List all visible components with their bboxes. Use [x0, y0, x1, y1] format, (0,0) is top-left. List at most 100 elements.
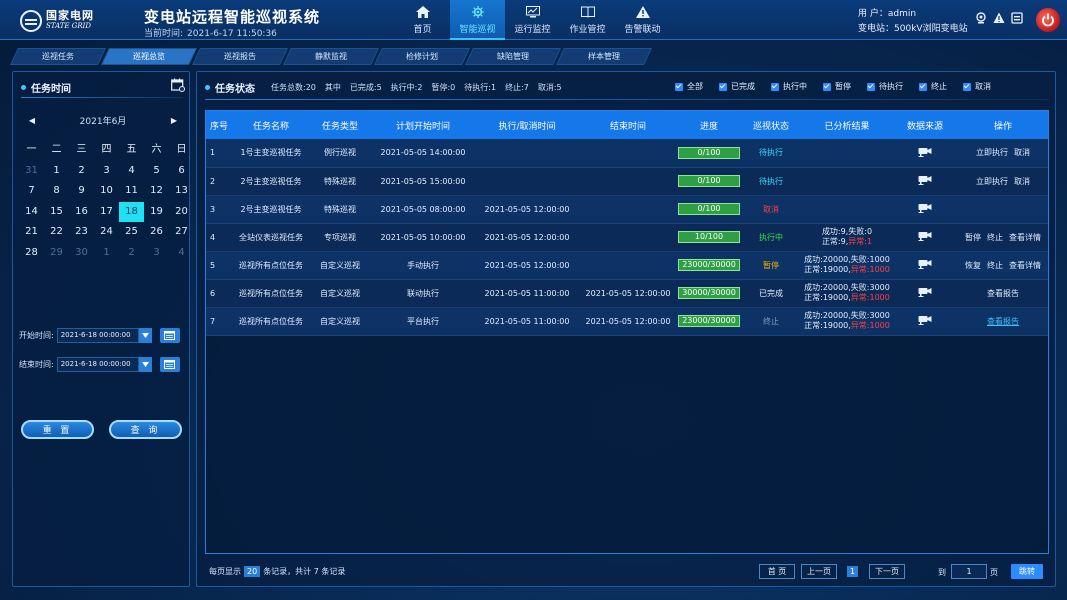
- nav-home[interactable]: 首页: [395, 0, 450, 40]
- filter-waiting[interactable]: 待执行: [867, 81, 903, 92]
- calendar-day[interactable]: 29: [44, 243, 69, 264]
- row-action-0[interactable]: 暂停: [965, 233, 981, 242]
- calendar-day[interactable]: 17: [94, 202, 119, 223]
- page-size-select[interactable]: 20: [244, 566, 261, 577]
- calendar-day[interactable]: 23: [69, 222, 94, 243]
- calendar-day[interactable]: 22: [44, 222, 69, 243]
- calendar-day[interactable]: 20: [169, 202, 194, 223]
- reset-button[interactable]: 重 置: [21, 420, 94, 439]
- calendar-day-selected[interactable]: 18: [119, 201, 144, 222]
- tab-sample-manage[interactable]: 样本管理: [556, 48, 652, 65]
- table-row[interactable]: 2 2号主变巡视任务 特殊巡视 2021-05-05 15:00:00 0/100 待执行…: [206, 167, 1048, 195]
- row-action-0[interactable]: 立即执行: [976, 177, 1008, 186]
- calendar-day[interactable]: 19: [144, 202, 169, 223]
- calendar-day[interactable]: 30: [69, 243, 94, 264]
- row-action-1[interactable]: 取消: [1014, 148, 1030, 157]
- next-month-icon[interactable]: ▶: [169, 116, 179, 126]
- calendar-day[interactable]: 12: [144, 181, 169, 202]
- tab-silent-monitor[interactable]: 静默监视: [283, 48, 379, 65]
- table-row[interactable]: 7 巡视所有点位任务 自定义巡视 平台执行 2021-05-05 11:00:00 202…: [206, 307, 1048, 335]
- table-row[interactable]: 3 2号主变巡视任务 特殊巡视 2021-05-05 08:00:00 2021-05-…: [206, 195, 1048, 223]
- calendar-day[interactable]: 2: [69, 161, 94, 182]
- calendar-day[interactable]: 28: [19, 243, 44, 264]
- tab-maintenance-plan[interactable]: 检修计划: [374, 48, 470, 65]
- table-row[interactable]: 1 1号主变巡视任务 例行巡视 2021-05-05 14:00:00 0/100 待执行…: [206, 139, 1048, 167]
- prev-page-button[interactable]: 上一页: [801, 564, 837, 579]
- nav-run-monitor[interactable]: 运行监控: [505, 0, 560, 40]
- prev-month-icon[interactable]: ◀: [27, 116, 37, 126]
- current-page[interactable]: 1: [847, 566, 858, 577]
- nav-work-control[interactable]: 作业管控: [560, 0, 615, 40]
- calendar-day[interactable]: 6: [169, 161, 194, 182]
- calendar-day[interactable]: 15: [44, 202, 69, 223]
- filter-running[interactable]: 执行中: [771, 81, 807, 92]
- row-action-0[interactable]: 查看报告: [987, 289, 1019, 298]
- alarm-icon[interactable]: [993, 12, 1005, 24]
- start-time-input[interactable]: 2021-6-18 00:00:00: [56, 328, 139, 343]
- calendar-day[interactable]: 27: [169, 222, 194, 243]
- calendar-day[interactable]: 16: [69, 202, 94, 223]
- goto-button[interactable]: 跳转: [1011, 564, 1043, 579]
- start-time-dropdown[interactable]: [138, 328, 152, 343]
- tab-patrol-report[interactable]: 巡视报告: [192, 48, 288, 65]
- table-row[interactable]: 5 巡视所有点位任务 自定义巡视 手动执行 2021-05-05 12:00:00 230…: [206, 251, 1048, 279]
- tab-patrol-task[interactable]: 巡视任务: [10, 48, 106, 65]
- calendar-day[interactable]: 25: [119, 222, 144, 243]
- calendar-day[interactable]: 3: [144, 243, 169, 264]
- tab-defect-manage[interactable]: 缺陷管理: [465, 48, 561, 65]
- calendar-day[interactable]: 5: [144, 161, 169, 182]
- tab-patrol-overview[interactable]: 巡视总览: [101, 48, 197, 65]
- table-row[interactable]: 6 巡视所有点位任务 自定义巡视 联动执行 2021-05-05 11:00:00 202…: [206, 279, 1048, 307]
- cell-source[interactable]: [892, 139, 958, 167]
- row-action-0[interactable]: 立即执行: [976, 148, 1008, 157]
- camera-status-icon[interactable]: [975, 12, 987, 24]
- logout-button[interactable]: [1036, 8, 1060, 32]
- row-action-0[interactable]: 恢复: [965, 261, 981, 270]
- row-action-1[interactable]: 终止: [987, 233, 1003, 242]
- calendar-day[interactable]: 11: [119, 181, 144, 202]
- calendar-day[interactable]: 21: [19, 222, 44, 243]
- filter-done[interactable]: 已完成: [719, 81, 755, 92]
- row-action-0[interactable]: 查看报告: [987, 317, 1019, 326]
- filter-all[interactable]: 全部: [675, 81, 703, 92]
- cell-source[interactable]: [892, 307, 958, 335]
- query-button[interactable]: 查 询: [109, 420, 182, 439]
- row-action-1[interactable]: 取消: [1014, 177, 1030, 186]
- calendar-day[interactable]: 4: [169, 243, 194, 264]
- calendar-settings-icon[interactable]: [171, 78, 185, 92]
- calendar-day[interactable]: 26: [144, 222, 169, 243]
- start-calendar-button[interactable]: [159, 328, 180, 343]
- filter-stopped[interactable]: 终止: [919, 81, 947, 92]
- cell-source[interactable]: [892, 279, 958, 307]
- calendar-day[interactable]: 3: [94, 161, 119, 182]
- storage-icon[interactable]: [1011, 12, 1023, 24]
- table-row[interactable]: 4 全站仪表巡视任务 专项巡视 2021-05-05 10:00:00 2021-05-…: [206, 223, 1048, 251]
- nav-smart-patrol[interactable]: 智能巡视: [450, 0, 505, 40]
- goto-page-input[interactable]: 1: [951, 564, 987, 579]
- calendar-day[interactable]: 1: [94, 243, 119, 264]
- cell-source[interactable]: [892, 251, 958, 279]
- calendar-day[interactable]: 9: [69, 181, 94, 202]
- row-action-2[interactable]: 查看详情: [1009, 233, 1041, 242]
- row-action-2[interactable]: 查看详情: [1009, 261, 1041, 270]
- cell-source[interactable]: [892, 223, 958, 251]
- cell-source[interactable]: [892, 167, 958, 195]
- calendar-day[interactable]: 24: [94, 222, 119, 243]
- calendar-day[interactable]: 31: [19, 161, 44, 182]
- end-time-dropdown[interactable]: [138, 357, 152, 372]
- calendar-day[interactable]: 2: [119, 243, 144, 264]
- calendar-day[interactable]: 14: [19, 202, 44, 223]
- first-page-button[interactable]: 首 页: [759, 564, 795, 579]
- end-calendar-button[interactable]: [159, 357, 180, 372]
- row-action-1[interactable]: 终止: [987, 261, 1003, 270]
- calendar-day[interactable]: 1: [44, 161, 69, 182]
- nav-alarm-link[interactable]: 告警联动: [615, 0, 670, 40]
- calendar-day[interactable]: 10: [94, 181, 119, 202]
- cell-source[interactable]: [892, 195, 958, 223]
- calendar-day[interactable]: 7: [19, 181, 44, 202]
- calendar-day[interactable]: 13: [169, 181, 194, 202]
- next-page-button[interactable]: 下一页: [869, 564, 905, 579]
- filter-paused[interactable]: 暂停: [823, 81, 851, 92]
- filter-cancelled[interactable]: 取消: [963, 81, 991, 92]
- calendar-day[interactable]: 8: [44, 181, 69, 202]
